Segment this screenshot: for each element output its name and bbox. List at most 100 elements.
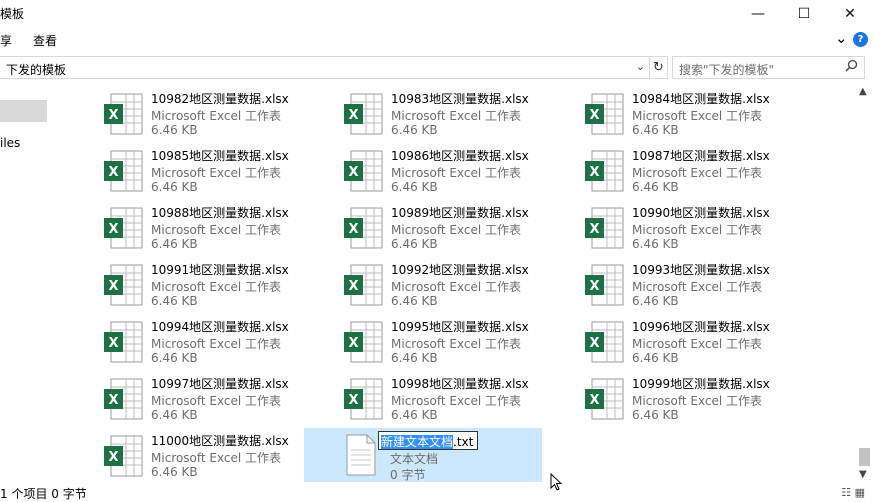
file-type: Microsoft Excel 工作表 (151, 166, 282, 180)
file-item[interactable]: X 10984地区测量数据.xlsx Microsoft Excel 工作表 6.46… (529, 84, 770, 139)
file-item[interactable]: X 11000地区测量数据.xlsx Microsoft Excel 工作表 6.46… (48, 426, 289, 481)
file-size: 6.46 KB (391, 408, 438, 422)
file-name: 10990地区测量数据.xlsx (632, 206, 770, 220)
file-name: 10993地区测量数据.xlsx (632, 263, 770, 277)
file-size: 6.46 KB (391, 123, 438, 137)
svg-text:X: X (108, 450, 118, 465)
search-icon[interactable] (845, 59, 858, 76)
minimize-button[interactable]: — (735, 0, 781, 28)
excel-file-icon: X (343, 321, 383, 363)
new-text-file-item[interactable]: 新建文本文档.txt 文本文档 0 字节 (304, 428, 542, 482)
svg-text:X: X (348, 108, 358, 123)
file-type: Microsoft Excel 工作表 (391, 166, 522, 180)
file-item[interactable]: X 10987地区测量数据.xlsx Microsoft Excel 工作表 6.46… (529, 141, 770, 196)
file-type: Microsoft Excel 工作表 (151, 280, 282, 294)
file-name: 10996地区测量数据.xlsx (632, 320, 770, 334)
file-type: Microsoft Excel 工作表 (151, 337, 282, 351)
excel-file-icon: X (103, 264, 143, 306)
ribbon-tabs: 享 查看 ⌄ ? (0, 28, 873, 52)
file-item[interactable]: X 10989地区测量数据.xlsx Microsoft Excel 工作表 6.46… (288, 198, 529, 253)
file-name: 11000地区测量数据.xlsx (151, 434, 289, 448)
file-item[interactable]: X 10995地区测量数据.xlsx Microsoft Excel 工作表 6.46… (288, 312, 529, 367)
file-item[interactable]: X 10998地区测量数据.xlsx Microsoft Excel 工作表 6.46… (288, 369, 529, 424)
nav-item-files[interactable]: iles (0, 136, 20, 150)
file-item[interactable]: X 10982地区测量数据.xlsx Microsoft Excel 工作表 6.46… (48, 84, 289, 139)
excel-file-icon: X (584, 93, 624, 135)
maximize-button[interactable]: ☐ (781, 0, 827, 28)
tab-share[interactable]: 享 (0, 32, 12, 49)
file-size: 6.46 KB (632, 123, 679, 137)
file-item[interactable]: X 10986地区测量数据.xlsx Microsoft Excel 工作表 6.46… (288, 141, 529, 196)
file-size: 6.46 KB (151, 123, 198, 137)
file-item[interactable]: X 10990地区测量数据.xlsx Microsoft Excel 工作表 6.46… (529, 198, 770, 253)
file-size: 6.46 KB (151, 180, 198, 194)
svg-text:X: X (108, 393, 118, 408)
file-type: Microsoft Excel 工作表 (632, 280, 763, 294)
excel-file-icon: X (584, 321, 624, 363)
file-type: Microsoft Excel 工作表 (632, 394, 763, 408)
file-size: 6.46 KB (151, 237, 198, 251)
refresh-button[interactable]: ↻ (650, 56, 668, 79)
search-placeholder: 搜索"下发的模板" (679, 63, 775, 77)
svg-text:X: X (108, 165, 118, 180)
file-type: Microsoft Excel 工作表 (632, 337, 763, 351)
file-item[interactable]: X 10994地区测量数据.xlsx Microsoft Excel 工作表 6.46… (48, 312, 289, 367)
tab-view[interactable]: 查看 (33, 32, 57, 49)
file-item[interactable]: X 10991地区测量数据.xlsx Microsoft Excel 工作表 6.46… (48, 255, 289, 310)
file-type: Microsoft Excel 工作表 (391, 337, 522, 351)
search-input[interactable]: 搜索"下发的模板" (672, 56, 865, 79)
file-name: 10992地区测量数据.xlsx (391, 263, 529, 277)
file-size: 6.46 KB (151, 351, 198, 365)
excel-file-icon: X (343, 378, 383, 420)
file-type: Microsoft Excel 工作表 (391, 223, 522, 237)
scrollbar-thumb[interactable] (859, 448, 870, 466)
file-item[interactable]: X 10992地区测量数据.xlsx Microsoft Excel 工作表 6.46… (288, 255, 529, 310)
svg-text:X: X (108, 108, 118, 123)
breadcrumb[interactable]: 下发的模板 (6, 61, 66, 78)
svg-text:X: X (589, 165, 599, 180)
file-name: 10999地区测量数据.xlsx (632, 377, 770, 391)
scroll-up-icon[interactable]: ▲ (859, 86, 867, 97)
file-size: 6.46 KB (632, 351, 679, 365)
file-type: Microsoft Excel 工作表 (632, 109, 763, 123)
file-name: 10983地区测量数据.xlsx (391, 92, 529, 106)
excel-file-icon: X (584, 378, 624, 420)
navigation-pane: iles (0, 84, 48, 484)
address-row: 下发的模板 ⌄ ↻ 搜索"下发的模板" (0, 56, 873, 80)
excel-file-icon: X (103, 207, 143, 249)
file-item[interactable]: X 10999地区测量数据.xlsx Microsoft Excel 工作表 6.46… (529, 369, 770, 424)
ribbon-expand-icon[interactable]: ⌄ (835, 29, 848, 47)
close-button[interactable]: ✕ (827, 0, 873, 28)
file-name: 10997地区测量数据.xlsx (151, 377, 289, 391)
file-type: Microsoft Excel 工作表 (632, 223, 763, 237)
vertical-scrollbar[interactable]: ▲ ▼ (856, 84, 873, 484)
file-type: Microsoft Excel 工作表 (151, 394, 282, 408)
file-item[interactable]: X 10996地区测量数据.xlsx Microsoft Excel 工作表 6.46… (529, 312, 770, 367)
svg-text:X: X (589, 393, 599, 408)
file-item[interactable]: X 10997地区测量数据.xlsx Microsoft Excel 工作表 6.46… (48, 369, 289, 424)
file-item[interactable]: X 10985地区测量数据.xlsx Microsoft Excel 工作表 6.46… (48, 141, 289, 196)
file-item[interactable]: X 10983地区测量数据.xlsx Microsoft Excel 工作表 6.46… (288, 84, 529, 139)
file-name: 10995地区测量数据.xlsx (391, 320, 529, 334)
file-item[interactable]: X 10988地区测量数据.xlsx Microsoft Excel 工作表 6.46… (48, 198, 289, 253)
excel-file-icon: X (343, 264, 383, 306)
excel-file-icon: X (343, 150, 383, 192)
svg-text:X: X (348, 279, 358, 294)
rename-input[interactable]: 新建文本文档.txt (378, 431, 478, 450)
file-type: Microsoft Excel 工作表 (151, 223, 282, 237)
scroll-down-icon[interactable]: ▼ (859, 469, 867, 480)
rename-selected-text: 新建文本文档 (381, 435, 454, 449)
file-item[interactable]: X 10993地区测量数据.xlsx Microsoft Excel 工作表 6.46… (529, 255, 770, 310)
nav-item-selected[interactable] (0, 100, 47, 122)
svg-text:X: X (589, 222, 599, 237)
file-name: 10985地区测量数据.xlsx (151, 149, 289, 163)
excel-file-icon: X (103, 93, 143, 135)
file-name: 10988地区测量数据.xlsx (151, 206, 289, 220)
file-type: Microsoft Excel 工作表 (632, 166, 763, 180)
address-bar[interactable]: 下发的模板 ⌄ (0, 56, 650, 79)
chevron-down-icon[interactable]: ⌄ (636, 60, 645, 73)
view-toggle-icons[interactable]: ☷ ▦ (841, 486, 865, 499)
mouse-cursor-icon (550, 472, 563, 495)
help-icon[interactable]: ? (853, 32, 868, 47)
file-name: 10994地区测量数据.xlsx (151, 320, 289, 334)
